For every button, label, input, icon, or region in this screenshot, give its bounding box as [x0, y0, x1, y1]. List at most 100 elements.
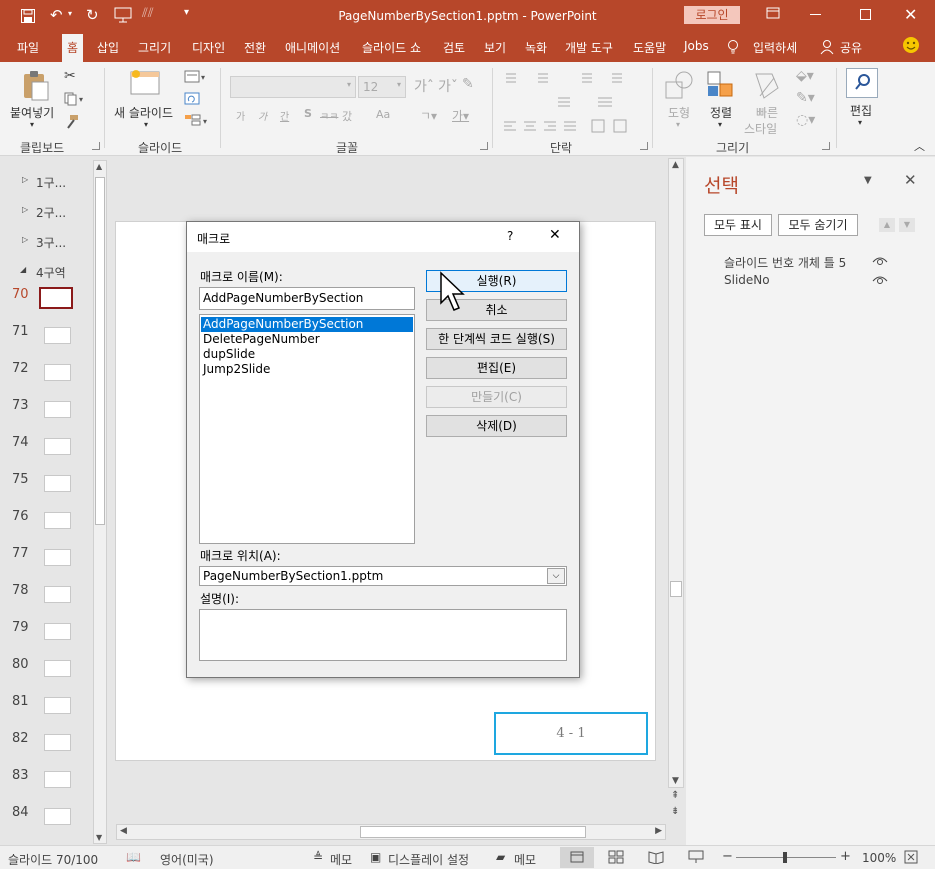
bold-icon[interactable]: 가 — [236, 108, 245, 123]
shapes-icon[interactable] — [664, 70, 694, 102]
display-settings-icon[interactable]: ▣ — [370, 850, 381, 864]
zoom-in-button[interactable]: + — [840, 849, 851, 864]
zoom-out-button[interactable]: − — [722, 849, 733, 864]
collapse-ribbon-icon[interactable]: ︿ — [914, 138, 925, 154]
new-slide-button[interactable]: 새 슬라이드 — [114, 104, 173, 121]
arrange-button[interactable]: 정렬 — [710, 104, 732, 121]
slide-thumbnail[interactable] — [44, 438, 71, 455]
edit-macro-button[interactable]: 편집(E) — [426, 357, 567, 379]
person-icon[interactable] — [820, 39, 834, 55]
section-icon[interactable]: ▾ — [184, 114, 210, 128]
spelling-icon[interactable]: 📖 — [126, 850, 141, 864]
slide-thumbnail[interactable] — [44, 401, 71, 418]
shapes-dropdown-icon[interactable]: ▾ — [676, 120, 680, 129]
copy-icon[interactable]: ▾ — [64, 92, 84, 106]
slide-thumbnail[interactable] — [44, 808, 71, 825]
eye-icon[interactable] — [872, 255, 888, 267]
shape-fill-icon[interactable]: ⬙▾ — [796, 68, 814, 84]
slide-thumbnail[interactable] — [44, 475, 71, 492]
tab-jobs[interactable]: Jobs — [684, 39, 709, 53]
arrange-dropdown-icon[interactable]: ▾ — [718, 120, 722, 129]
increase-font-icon[interactable]: 가ˆ — [414, 76, 434, 96]
quick-styles-icon[interactable] — [752, 70, 782, 102]
drawing-launcher-icon[interactable] — [822, 142, 830, 150]
slide-thumbnail-selected[interactable] — [39, 287, 73, 309]
macro-location-select[interactable]: PageNumberBySection1.pptm ⌵ — [199, 566, 567, 586]
slide-thumbnail[interactable] — [44, 623, 71, 640]
edit-dropdown-icon[interactable]: ▾ — [858, 118, 862, 127]
macro-name-input[interactable]: AddPageNumberBySection — [199, 287, 415, 310]
tab-help[interactable]: 도움말 — [633, 39, 666, 56]
section-expand-icon[interactable]: ▷ — [22, 235, 28, 244]
italic-icon[interactable]: 가 — [258, 108, 267, 123]
tab-slideshow[interactable]: 슬라이드 쇼 — [362, 39, 421, 56]
page-number-placeholder[interactable]: 4 - 1 — [494, 712, 648, 755]
hide-all-button[interactable]: 모두 숨기기 — [778, 214, 858, 236]
list-item[interactable]: Jump2Slide — [201, 362, 413, 377]
tab-review[interactable]: 검토 — [443, 39, 465, 56]
slide-thumbnail[interactable] — [44, 364, 71, 381]
help-button[interactable]: ? — [507, 229, 513, 243]
slide-thumbnail[interactable] — [44, 734, 71, 751]
paste-dropdown-icon[interactable]: ▾ — [30, 120, 34, 129]
tab-design[interactable]: 디자인 — [192, 39, 225, 56]
slide-thumbnail[interactable] — [44, 512, 71, 529]
login-button[interactable]: 로그인 — [684, 6, 740, 24]
dialog-close-button[interactable]: ✕ — [549, 227, 561, 243]
next-slide-icon[interactable]: ⇟ — [671, 806, 679, 817]
slide-thumbnail[interactable] — [44, 327, 71, 344]
slideshow-icon[interactable] — [688, 850, 704, 864]
display-settings-button[interactable]: 디스플레이 설정 — [388, 851, 469, 868]
pane-options-icon[interactable]: ▼ — [864, 175, 872, 186]
format-painter-icon[interactable] — [64, 114, 80, 130]
decrease-font-icon[interactable]: 가ˇ — [438, 76, 458, 96]
normal-view-button[interactable] — [560, 847, 594, 868]
section-4[interactable]: 4구역 — [36, 264, 66, 281]
tab-file[interactable]: 파일 — [17, 39, 39, 56]
shape-effects-icon[interactable]: ◌▾ — [796, 112, 815, 128]
step-into-button[interactable]: 한 단계씩 코드 실행(S) — [426, 328, 567, 350]
slide-info[interactable]: 슬라이드 70/100 — [8, 851, 98, 868]
redo-icon[interactable]: ↻ — [86, 6, 99, 24]
tab-animations[interactable]: 애니메이션 — [285, 39, 340, 56]
search-icon[interactable] — [846, 68, 878, 98]
clear-format-icon[interactable]: ✎ — [462, 76, 474, 92]
change-case-icon[interactable]: Aa — [376, 108, 390, 121]
new-slide-icon[interactable] — [128, 68, 162, 100]
language-indicator[interactable]: 영어(미국) — [160, 851, 214, 868]
tab-transitions[interactable]: 전환 — [244, 39, 266, 56]
scroll-thumb[interactable] — [360, 826, 586, 838]
paragraph-launcher-icon[interactable] — [640, 142, 648, 150]
shadow-icon[interactable]: S — [304, 107, 312, 120]
maximize-button[interactable] — [860, 9, 871, 20]
section-expand-icon[interactable]: ▷ — [22, 175, 28, 184]
underline-icon[interactable]: 간 — [280, 108, 289, 123]
slide-thumbnail[interactable] — [44, 771, 71, 788]
scroll-thumb[interactable] — [670, 581, 682, 597]
eye-icon[interactable] — [872, 274, 888, 286]
save-icon[interactable] — [20, 8, 36, 24]
spacing-icon[interactable]: 갔 — [342, 108, 352, 124]
zoom-level[interactable]: 100% — [862, 851, 896, 865]
comments-button[interactable]: 메모 — [514, 851, 536, 868]
paste-button[interactable]: 붙여넣기 — [10, 104, 54, 121]
section-1[interactable]: 1구... — [36, 174, 66, 191]
layout-icon[interactable]: ▾ — [184, 70, 208, 84]
section-2[interactable]: 2구... — [36, 204, 66, 221]
tab-home[interactable]: 홈 — [62, 34, 84, 62]
tab-view[interactable]: 보기 — [484, 39, 506, 56]
customize-qat-icon[interactable]: ▾ — [184, 7, 189, 18]
comments-icon[interactable]: ▰ — [496, 850, 505, 864]
previous-slide-icon[interactable]: ⇞ — [671, 790, 679, 801]
close-button[interactable]: ✕ — [904, 5, 917, 24]
section-3[interactable]: 3구... — [36, 234, 66, 251]
presentation-icon[interactable] — [114, 7, 132, 23]
slide-thumbnail[interactable] — [44, 697, 71, 714]
section-collapse-icon[interactable]: ◢ — [20, 265, 26, 274]
font-color-icon[interactable]: 가▾ — [452, 107, 469, 124]
highlight-color-icon[interactable]: ㄱ▾ — [420, 107, 437, 124]
list-item[interactable]: AddPageNumberBySection — [201, 317, 413, 332]
send-backward-icon[interactable]: ▼ — [899, 218, 915, 232]
arrange-icon[interactable] — [706, 70, 736, 102]
tell-me-search[interactable]: 입력하세 — [753, 39, 797, 56]
